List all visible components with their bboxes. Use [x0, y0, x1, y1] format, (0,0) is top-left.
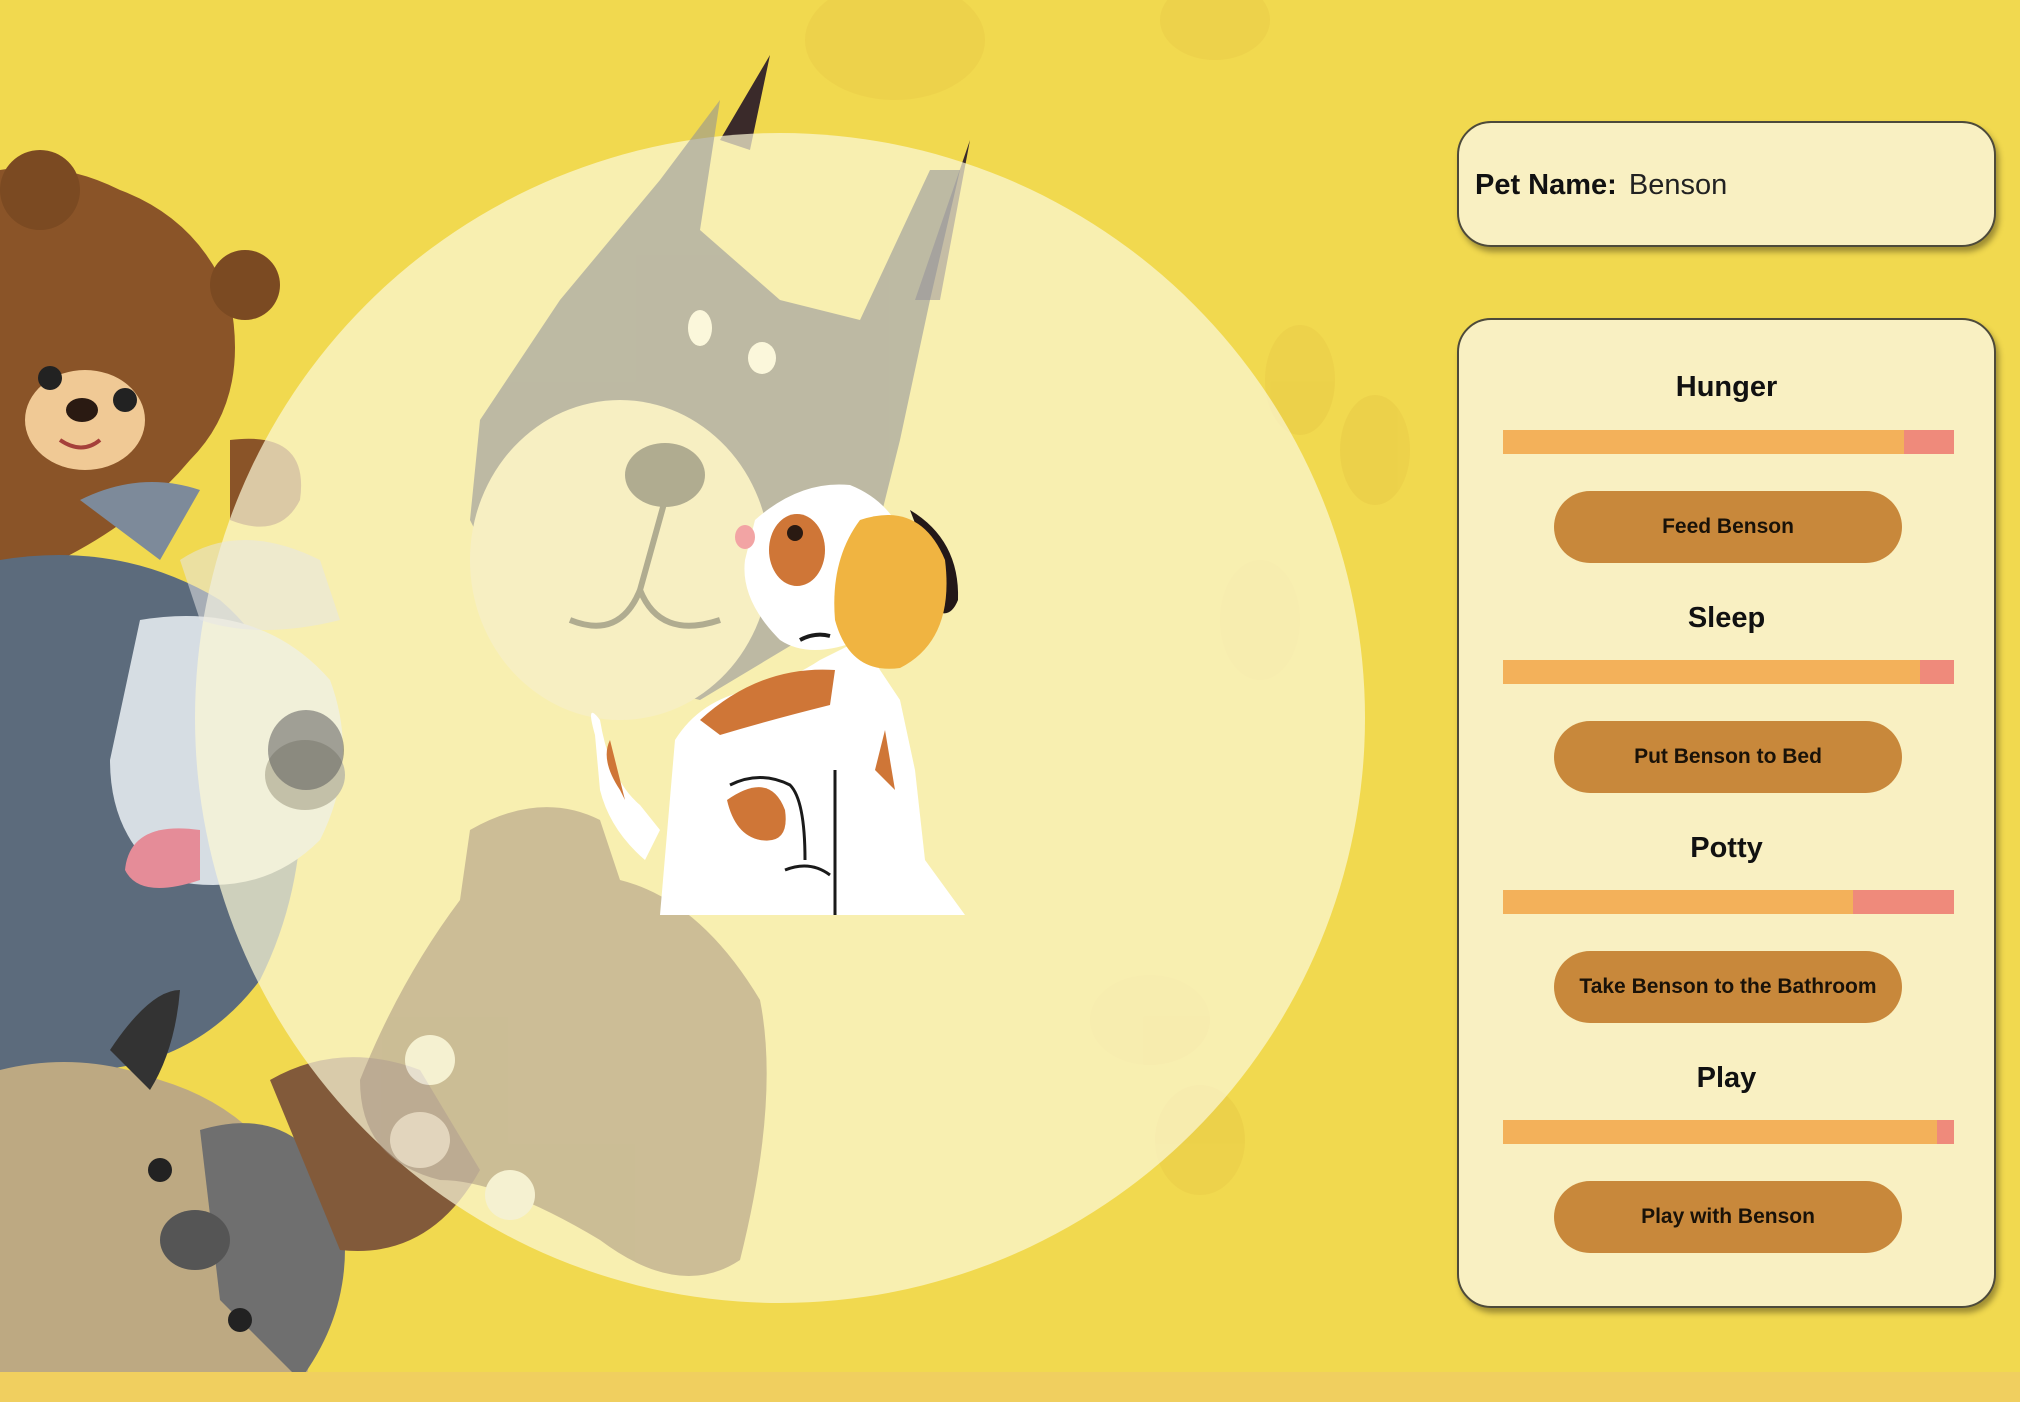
put-to-bed-button[interactable]: Put Benson to Bed: [1554, 721, 1902, 793]
pet-name-label: Pet Name:: [1475, 169, 1617, 201]
stat-hunger-title: Hunger: [1675, 371, 1778, 403]
stat-sleep-bar: [1503, 660, 1954, 684]
pet-name-line: Pet Name: Benson: [1475, 169, 1727, 202]
feed-button[interactable]: Feed Benson: [1554, 491, 1902, 563]
stat-potty-bar: [1503, 890, 1954, 914]
stat-play-fill: [1503, 1120, 1937, 1144]
stat-play-title: Play: [1696, 1062, 1757, 1094]
stat-play-bar: [1503, 1120, 1954, 1144]
bottom-strip: [0, 1372, 2020, 1402]
stat-potty-title: Potty: [1690, 832, 1763, 864]
stat-hunger-fill: [1503, 430, 1905, 454]
bathroom-button[interactable]: Take Benson to the Bathroom: [1554, 951, 1902, 1023]
stat-sleep-fill: [1503, 660, 1921, 684]
play-button[interactable]: Play with Benson: [1554, 1181, 1902, 1253]
stat-hunger-bar: [1503, 430, 1954, 454]
pet-stats-card: Hunger Feed Benson Sleep Put Benson to B…: [1457, 318, 1996, 1308]
stat-potty-fill: [1503, 890, 1853, 914]
pet-name-value: Benson: [1628, 169, 1728, 201]
stat-sleep-title: Sleep: [1687, 602, 1766, 634]
pet-name-card: Pet Name: Benson: [1457, 121, 1996, 247]
